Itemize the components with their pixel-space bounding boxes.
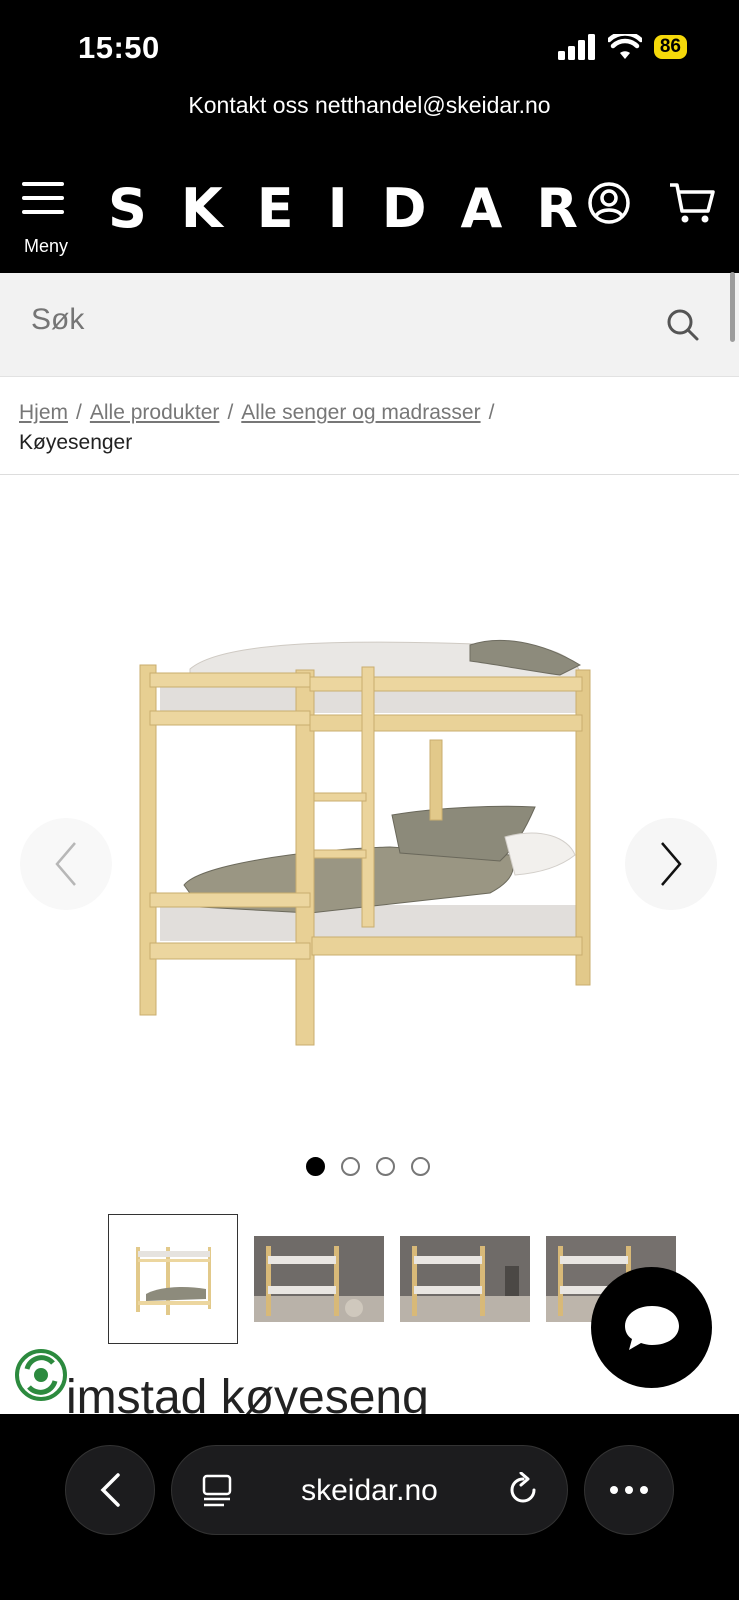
reload-icon[interactable] (507, 1472, 539, 1506)
bed-rail (149, 710, 311, 726)
pagination-dot[interactable] (306, 1157, 325, 1176)
chevron-right-icon (661, 842, 682, 886)
breadcrumb-link-all-products[interactable]: Alle produkter (90, 401, 220, 424)
thumbnail-image (136, 1247, 211, 1315)
contact-bar[interactable]: Kontakt oss netthandel@skeidar.no (0, 80, 739, 155)
status-bar: 15:50 86 (0, 0, 739, 80)
bed-rail (149, 672, 311, 688)
menu-button[interactable]: Meny (22, 179, 72, 259)
thumbnail[interactable] (108, 1214, 238, 1344)
more-icon (610, 1486, 648, 1494)
signal-icon (557, 34, 595, 60)
thumbnail-image (400, 1236, 530, 1322)
gallery-prev-button[interactable] (20, 818, 112, 910)
pagination-dot[interactable] (341, 1157, 360, 1176)
chevron-left-icon (55, 842, 76, 886)
address-bar[interactable]: skeidar.no (171, 1445, 568, 1535)
bed-rail (311, 936, 583, 956)
breadcrumb-current: Køyesenger (19, 431, 133, 454)
account-icon[interactable] (587, 181, 631, 225)
scrollbar[interactable] (730, 272, 735, 342)
eco-badge-icon[interactable] (13, 1347, 69, 1403)
gallery-pagination (306, 1157, 430, 1176)
ladder-rung (313, 849, 367, 859)
breadcrumb-link-beds[interactable]: Alle senger og madrasser (241, 401, 480, 424)
menu-label: Meny (24, 236, 69, 256)
bed-rail (149, 942, 311, 960)
browser-toolbar: skeidar.no (0, 1414, 739, 1600)
chat-button[interactable] (591, 1267, 712, 1388)
search-icon[interactable] (666, 308, 700, 342)
cart-icon[interactable] (668, 181, 716, 225)
ladder-rung (313, 792, 367, 802)
thumbnail[interactable] (254, 1214, 384, 1344)
bed-rail (309, 714, 583, 732)
thumbnail-image (254, 1236, 384, 1322)
wifi-icon (607, 34, 642, 59)
breadcrumb-link-home[interactable]: Hjem (19, 401, 68, 424)
search-bar (0, 273, 739, 377)
battery-level: 86 (653, 35, 687, 59)
gallery-next-button[interactable] (625, 818, 717, 910)
hamburger-icon (22, 179, 64, 215)
lower-pillow-white (504, 832, 576, 876)
product-image (139, 639, 591, 1046)
site-logo[interactable]: SKEIDAR (108, 177, 612, 240)
chevron-left-icon (100, 1473, 120, 1507)
bed-rail (309, 676, 583, 692)
bed-rail (149, 892, 311, 908)
browser-back-button[interactable] (65, 1445, 155, 1535)
status-time: 15:50 (78, 30, 160, 65)
pagination-dot[interactable] (411, 1157, 430, 1176)
bed-post (429, 739, 443, 821)
site-header: Meny SKEIDAR (0, 155, 739, 273)
thumbnail[interactable] (400, 1214, 530, 1344)
status-icons: 86 (557, 34, 687, 60)
chat-bubble-icon (624, 1305, 679, 1350)
more-options-button[interactable] (584, 1445, 674, 1535)
search-input[interactable] (31, 303, 591, 337)
breadcrumb: Hjem / Alle produkter / Alle senger og madra… (19, 401, 495, 454)
product-image-gallery[interactable] (0, 475, 739, 1155)
pagination-dot[interactable] (376, 1157, 395, 1176)
